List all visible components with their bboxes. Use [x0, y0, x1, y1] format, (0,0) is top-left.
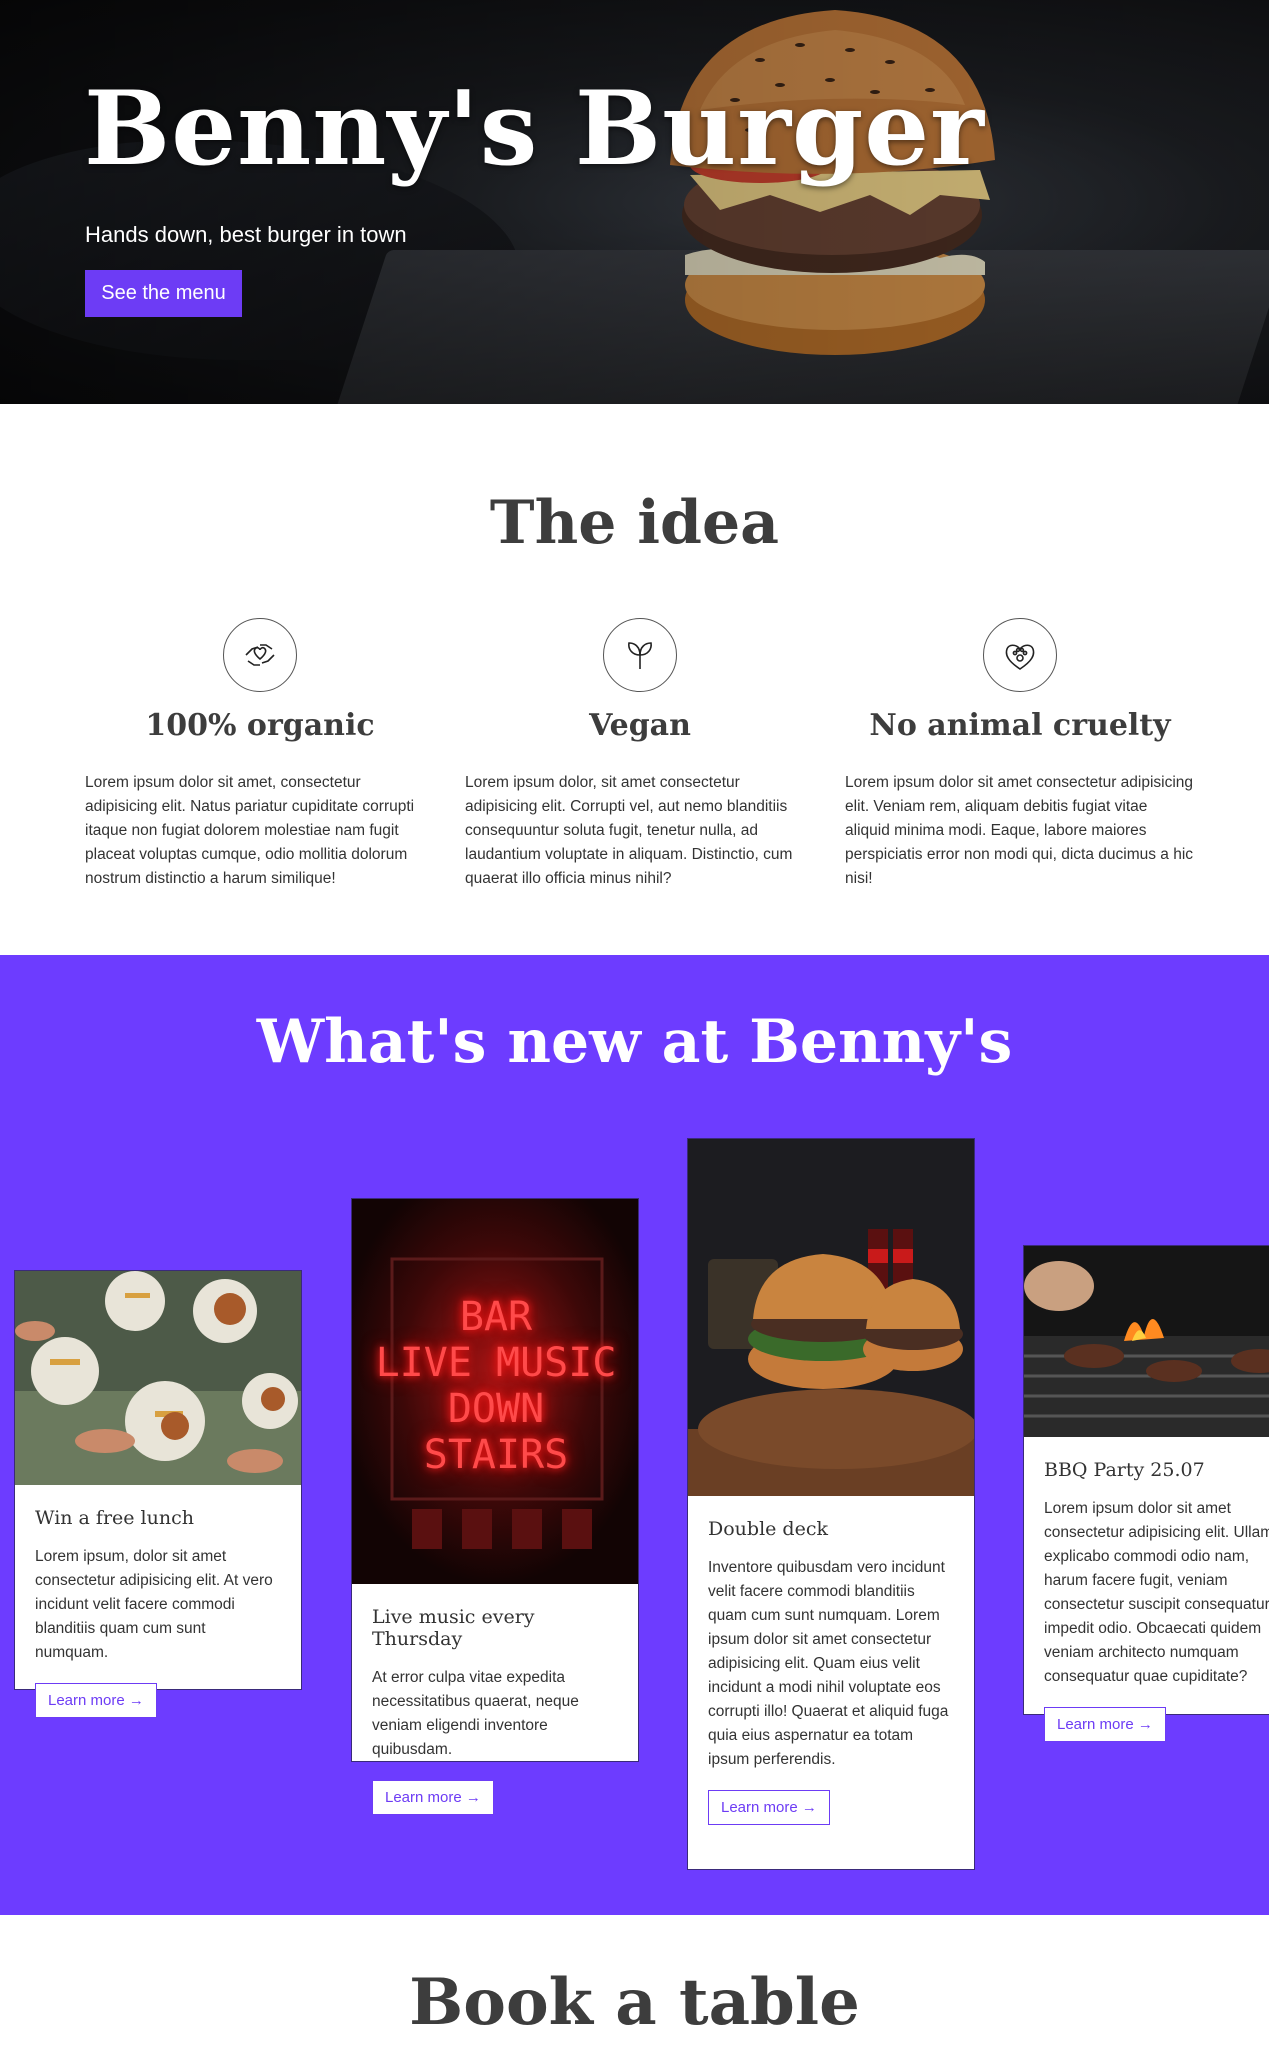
card-text: Inventore quibusdam vero incidunt velit …	[708, 1559, 949, 1768]
neon-sign-text: BAR LIVE MUSIC DOWN STAIRS	[352, 1294, 638, 1478]
hero-subtitle: Hands down, best burger in town	[85, 222, 407, 247]
learn-more-button[interactable]: Learn more →	[372, 1780, 494, 1815]
page: Benny's Burger Hands down, best burger i…	[0, 0, 1269, 2046]
sprout-icon	[603, 618, 677, 692]
news-card-live-music: BAR LIVE MUSIC DOWN STAIRS Live music ev…	[351, 1198, 639, 1815]
neon-line: STAIRS	[423, 1432, 569, 1478]
paw-heart-icon	[983, 618, 1057, 692]
hero-section: Benny's Burger Hands down, best burger i…	[0, 0, 1269, 404]
feature-title: 100% organic	[145, 708, 375, 743]
grill-image	[1024, 1246, 1269, 1437]
idea-title: The idea	[489, 488, 780, 558]
neon-line: DOWN	[447, 1386, 545, 1432]
feature-text: Lorem ipsum dolor sit amet consectetur a…	[845, 774, 1194, 887]
news-section: What's new at Benny's Win a free lunch L…	[0, 955, 1269, 1915]
feature-organic: 100% organic Lorem ipsum dolor sit amet,…	[85, 618, 435, 891]
feature-title: Vegan	[589, 708, 691, 743]
feature-title: No animal cruelty	[869, 708, 1171, 743]
hands-heart-icon	[223, 618, 297, 692]
book-table-title: Book a table	[409, 1965, 860, 2040]
neon-line: BAR	[459, 1294, 533, 1340]
learn-more-button[interactable]: Learn more →	[1044, 1707, 1166, 1742]
news-card-free-lunch: Win a free lunch Lorem ipsum, dolor sit …	[14, 1270, 302, 1718]
card-title: Win a free lunch	[35, 1507, 194, 1529]
news-title: What's new at Benny's	[256, 1007, 1013, 1077]
feature-no-cruelty: No animal cruelty Lorem ipsum dolor sit …	[845, 618, 1195, 891]
feature-vegan: Vegan Lorem ipsum dolor, sit amet consec…	[465, 618, 815, 891]
feature-text: Lorem ipsum dolor, sit amet consectetur …	[465, 774, 793, 887]
news-card-bbq-party: BBQ Party 25.07 Lorem ipsum dolor sit am…	[1023, 1245, 1269, 1742]
neon-sign-image: BAR LIVE MUSIC DOWN STAIRS	[352, 1199, 638, 1584]
news-card-double-deck: Double deck Inventore quibusdam vero inc…	[687, 1138, 975, 1870]
food-table-image	[15, 1271, 301, 1485]
card-text: Lorem ipsum, dolor sit amet consectetur …	[35, 1548, 273, 1661]
feature-text: Lorem ipsum dolor sit amet, consectetur …	[85, 774, 415, 887]
hero-title: Benny's Burger	[84, 69, 985, 189]
card-text: Lorem ipsum dolor sit amet consectetur a…	[1044, 1500, 1269, 1685]
neon-line: LIVE MUSIC	[375, 1340, 617, 1386]
learn-more-button[interactable]: Learn more →	[708, 1790, 830, 1825]
learn-more-button[interactable]: Learn more →	[35, 1683, 157, 1718]
card-title: Double deck	[708, 1518, 828, 1540]
card-title: BBQ Party 25.07	[1044, 1459, 1205, 1481]
card-title: Live music every Thursday	[372, 1606, 535, 1650]
hero-overlay	[0, 0, 1269, 404]
see-menu-button[interactable]: See the menu	[85, 270, 242, 317]
double-burger-image	[688, 1139, 974, 1496]
card-text: At error culpa vitae expedita necessitat…	[372, 1669, 579, 1758]
